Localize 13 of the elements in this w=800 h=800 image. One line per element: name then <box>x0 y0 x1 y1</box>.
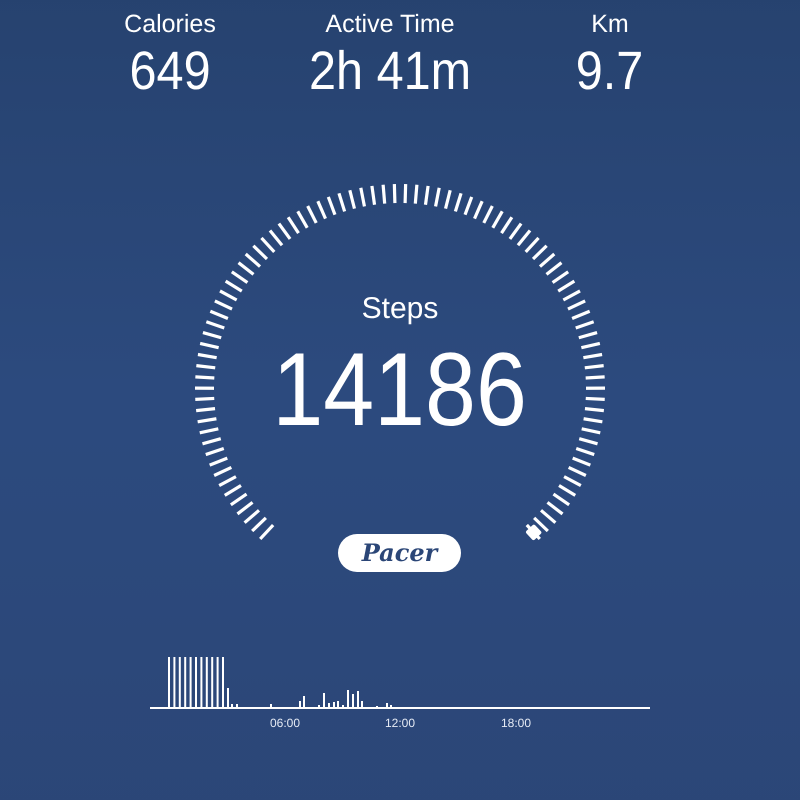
stat-label: Km <box>591 9 629 40</box>
stat-value: 649 <box>129 40 211 102</box>
logo-badge: Pacer <box>338 534 461 572</box>
axis-label: 12:00 <box>384 716 416 730</box>
axis-label: 06:00 <box>270 716 300 730</box>
axis-label: 18:00 <box>500 716 532 730</box>
stat-label: Calories <box>124 9 216 40</box>
gauge-marker-icon <box>525 524 542 541</box>
stat-value: 9.7 <box>576 40 644 102</box>
steps-label: Steps <box>362 291 438 327</box>
steps-count: 14186 <box>272 335 528 445</box>
stat-value: 2h 41m <box>308 40 472 102</box>
stat-label: Active Time <box>325 9 455 40</box>
